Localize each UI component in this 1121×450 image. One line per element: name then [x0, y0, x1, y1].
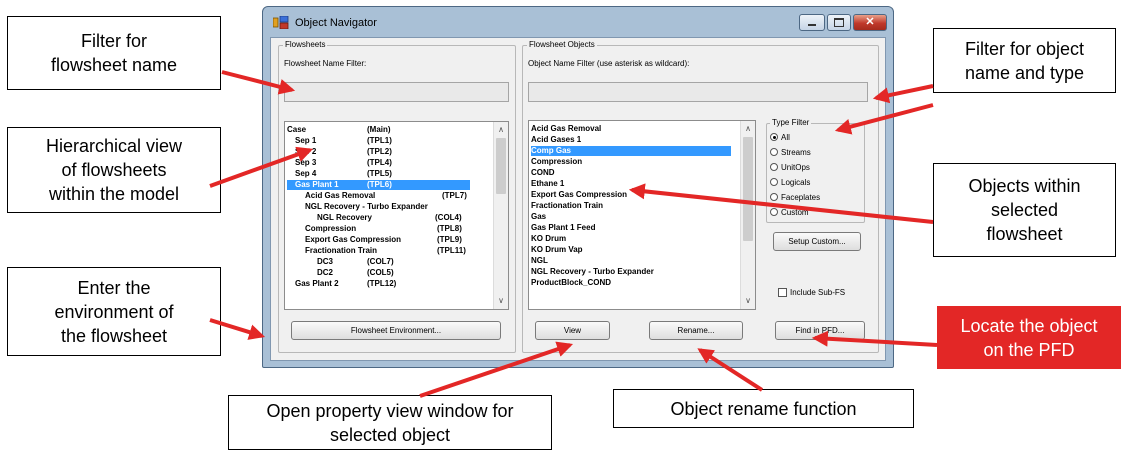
arrow-enter-env	[209, 318, 266, 340]
arrow-property-view	[419, 341, 574, 398]
arrow-rename	[697, 348, 764, 392]
arrow-filter-flowsheet	[221, 70, 296, 95]
arrow-objects-within	[628, 183, 934, 224]
callout-arrows	[209, 70, 938, 398]
arrow-filter-object	[872, 84, 934, 104]
arrow-locate	[811, 330, 938, 347]
arrow-hierarchical	[209, 146, 314, 188]
arrow-type-filter	[834, 103, 934, 135]
